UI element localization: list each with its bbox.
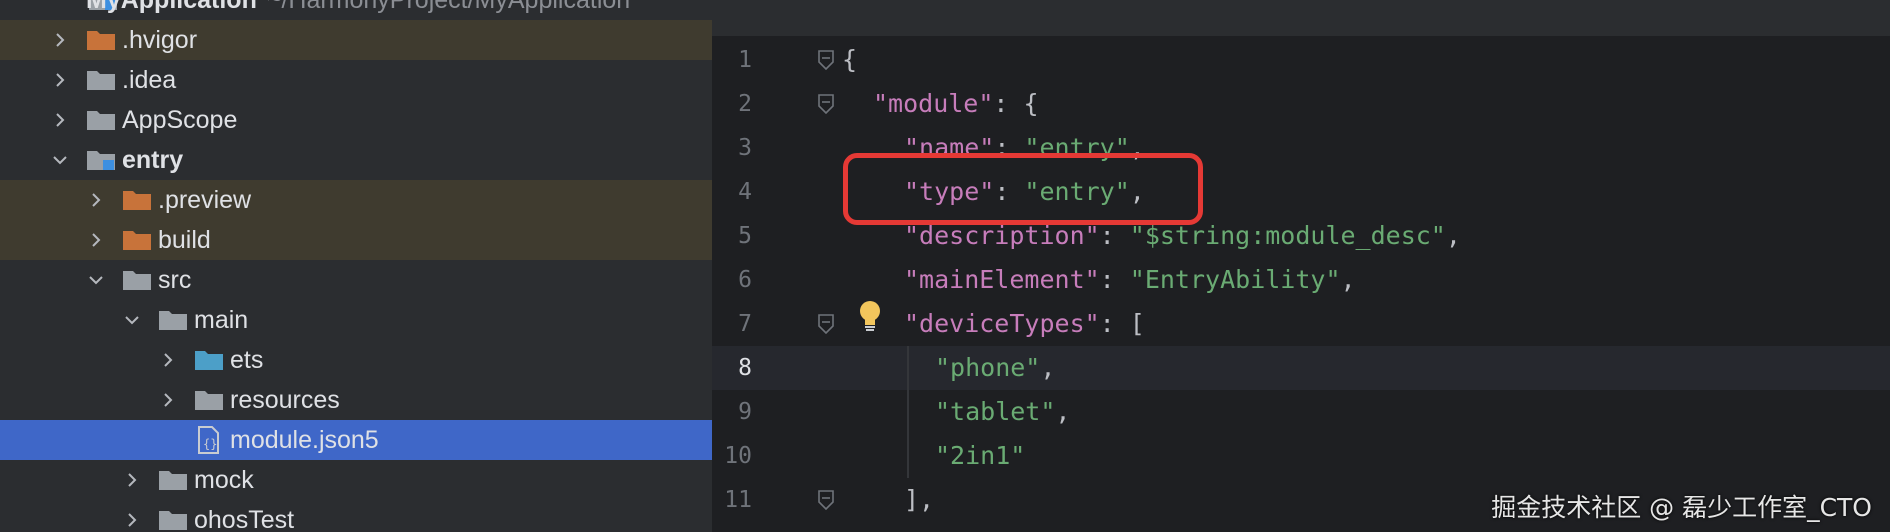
folder-icon [158, 309, 188, 331]
chevron-right-icon[interactable] [122, 460, 142, 500]
folder-icon [158, 509, 188, 531]
code-line[interactable]: 6 "mainElement": "EntryAbility", [712, 258, 1890, 302]
line-number: 6 [738, 267, 752, 293]
chevron-down-icon[interactable] [50, 140, 70, 180]
module-folder-icon [86, 149, 116, 171]
chevron-right-icon[interactable] [158, 340, 178, 380]
code-text: ], [904, 485, 935, 514]
code-line[interactable]: 8 "phone", [712, 346, 1890, 390]
line-number: 4 [738, 179, 752, 205]
tree-item-main[interactable]: main [0, 300, 712, 340]
tree-item-label: src [158, 266, 192, 294]
line-number: 1 [738, 47, 752, 73]
excluded-folder-icon [122, 189, 152, 211]
line-number: 5 [738, 223, 752, 249]
code-line[interactable]: 2 "module": { [712, 82, 1890, 126]
watermark: 掘金技术社区 @ 磊少工作室_CTO [1491, 493, 1872, 522]
folder-icon [86, 109, 116, 131]
code-text: "module": { [873, 89, 1039, 118]
chevron-right-icon[interactable] [122, 500, 142, 532]
fold-marker-icon[interactable] [817, 314, 835, 335]
indent-guide [907, 346, 909, 478]
excluded-folder-icon [86, 29, 116, 51]
project-sidebar: MyApplication ~/HarmonyProject/MyApplicat… [0, 0, 712, 532]
tree-root-label: MyApplication ~/HarmonyProject/MyApplicat… [86, 0, 630, 20]
code-line[interactable]: 9 "tablet", [712, 390, 1890, 434]
tree-item-label: ets [230, 346, 264, 374]
tree-item-mock[interactable]: mock [0, 460, 712, 500]
folder-icon [122, 269, 152, 291]
project-path: ~/HarmonyProject/MyApplication [266, 0, 631, 14]
tree-item-label: module.json5 [230, 426, 379, 454]
code-editor[interactable]: 1{2 "module": {3 "name": "entry", 4 "type": … [712, 0, 1890, 532]
highlight-annotation-box [843, 153, 1203, 225]
code-text: { [842, 45, 858, 74]
line-number: 3 [738, 135, 752, 161]
tree-item-label: ohosTest [194, 506, 295, 532]
chevron-right-icon[interactable] [158, 380, 178, 420]
tree-item-appscope[interactable]: AppScope [0, 100, 712, 140]
tree-item-entry[interactable]: entry [0, 140, 712, 180]
tree-item-ets[interactable]: ets [0, 340, 712, 380]
fold-marker-icon[interactable] [817, 50, 835, 71]
fold-marker-icon[interactable] [817, 94, 835, 115]
chevron-right-icon[interactable] [50, 100, 70, 140]
code-line[interactable]: 7 "deviceTypes": [ [712, 302, 1890, 346]
source-folder-icon [194, 349, 224, 371]
code-line[interactable]: 1{ [712, 38, 1890, 82]
tree-item-resources[interactable]: resources [0, 380, 712, 420]
tree-item-hvigor[interactable]: .hvigor [0, 20, 712, 60]
json-file-icon: {} [194, 426, 224, 454]
line-number: 8 [738, 355, 752, 381]
folder-icon [86, 69, 116, 91]
tree-item-label: resources [230, 386, 340, 414]
folder-icon [194, 389, 224, 411]
chevron-down-icon[interactable] [122, 300, 142, 340]
line-number: 2 [738, 91, 752, 117]
fold-marker-icon[interactable] [817, 490, 835, 511]
tree-root-row[interactable]: MyApplication ~/HarmonyProject/MyApplicat… [0, 0, 712, 20]
code-text: "2in1" [935, 441, 1026, 470]
line-number: 11 [724, 487, 752, 513]
lightbulb-intention-icon[interactable] [858, 300, 882, 334]
tree-item-module-json5[interactable]: {} module.json5 [0, 420, 712, 460]
tree-item-label: main [194, 306, 249, 334]
tree-item-label: .preview [158, 186, 252, 214]
code-text: "mainElement": "EntryAbility", [904, 265, 1356, 294]
line-number: 9 [738, 399, 752, 425]
tree-item-label: mock [194, 466, 254, 494]
tree-item-label: .hvigor [122, 26, 198, 54]
chevron-right-icon[interactable] [86, 220, 106, 260]
tree-item-preview[interactable]: .preview [0, 180, 712, 220]
code-text: "deviceTypes": [ [904, 309, 1145, 338]
line-number: 7 [738, 311, 752, 337]
chevron-down-icon[interactable] [86, 260, 106, 300]
folder-icon [158, 469, 188, 491]
tree-item-label: build [158, 226, 211, 254]
svg-text:{}: {} [203, 437, 217, 451]
code-text: "phone", [935, 353, 1056, 382]
code-text: "tablet", [935, 397, 1071, 426]
tree-item-ohostest[interactable]: ohosTest [0, 500, 712, 532]
code-line[interactable]: 10 "2in1" [712, 434, 1890, 478]
tree-item-label: .idea [122, 66, 177, 94]
tree-item-build[interactable]: build [0, 220, 712, 260]
chevron-right-icon[interactable] [50, 60, 70, 100]
tree-item-label: entry [122, 146, 184, 174]
chevron-right-icon[interactable] [50, 20, 70, 60]
chevron-right-icon[interactable] [86, 180, 106, 220]
line-number: 10 [724, 443, 752, 469]
tree-item-idea[interactable]: .idea [0, 60, 712, 100]
tree-item-label: AppScope [122, 106, 238, 134]
tree-item-src[interactable]: src [0, 260, 712, 300]
excluded-folder-icon [122, 229, 152, 251]
editor-tab-strip [712, 0, 1890, 36]
